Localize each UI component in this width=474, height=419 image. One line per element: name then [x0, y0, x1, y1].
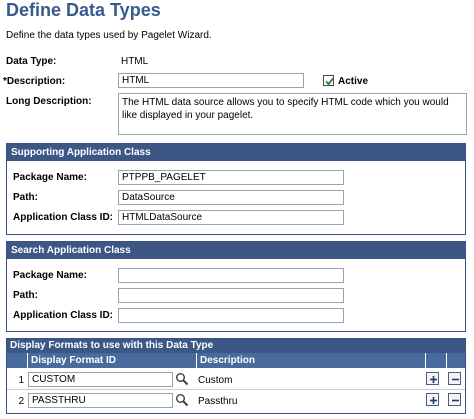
delete-row-button[interactable]	[448, 372, 461, 385]
long-description-label: Long Description:	[6, 96, 92, 107]
col-header-rownum	[7, 353, 28, 368]
search-class-id-label: Application Class ID:	[13, 310, 114, 321]
search-package-input[interactable]	[118, 268, 344, 283]
supporting-package-label: Package Name:	[13, 172, 87, 183]
format-description: Passthru	[198, 396, 238, 407]
supporting-package-input[interactable]: PTPPB_PAGELET	[118, 170, 344, 185]
description-label: *Description:	[3, 76, 66, 87]
col-header-format-id[interactable]: Display Format ID	[28, 353, 197, 368]
format-id-input[interactable]: CUSTOM	[28, 372, 173, 387]
grid-title: Display Formats to use with this Data Ty…	[7, 339, 465, 353]
minus-icon	[452, 378, 459, 381]
col-header-description[interactable]: Description	[197, 353, 426, 368]
row-number: 1	[18, 375, 24, 386]
long-description-textarea[interactable]: The HTML data source allows you to speci…	[118, 93, 467, 135]
magnifier-icon[interactable]	[175, 372, 189, 386]
checkmark-icon	[325, 77, 334, 86]
supporting-path-label: Path:	[13, 192, 38, 203]
col-header-add	[426, 353, 447, 368]
search-package-label: Package Name:	[13, 270, 87, 281]
plus-icon	[430, 376, 437, 383]
active-checkbox[interactable]	[323, 75, 334, 86]
active-label: Active	[338, 76, 369, 87]
format-description: Custom	[198, 375, 233, 386]
supporting-class-id-input[interactable]: HTMLDataSource	[118, 210, 344, 225]
row-number: 2	[18, 396, 24, 407]
search-path-input[interactable]	[118, 288, 344, 303]
search-class-header: Search Application Class	[7, 242, 465, 259]
data-type-value: HTML	[121, 56, 149, 67]
format-id-input[interactable]: PASSTHRU	[28, 393, 173, 408]
description-input[interactable]: HTML	[118, 73, 304, 88]
supporting-class-header: Supporting Application Class	[7, 144, 465, 161]
supporting-class-id-label: Application Class ID:	[13, 212, 114, 223]
data-type-label: Data Type:	[6, 56, 57, 67]
magnifier-icon[interactable]	[175, 393, 189, 407]
supporting-path-input[interactable]: DataSource	[118, 190, 344, 205]
delete-row-button[interactable]	[448, 393, 461, 406]
page-title: Define Data Types	[6, 0, 161, 20]
page-subtitle: Define the data types used by Pagelet Wi…	[6, 30, 212, 41]
plus-icon	[430, 397, 437, 404]
add-row-button[interactable]	[426, 372, 439, 385]
add-row-button[interactable]	[426, 393, 439, 406]
row-divider	[7, 389, 465, 390]
search-class-id-input[interactable]	[118, 308, 344, 323]
col-header-delete	[447, 353, 465, 368]
search-path-label: Path:	[13, 290, 38, 301]
minus-icon	[452, 399, 459, 402]
